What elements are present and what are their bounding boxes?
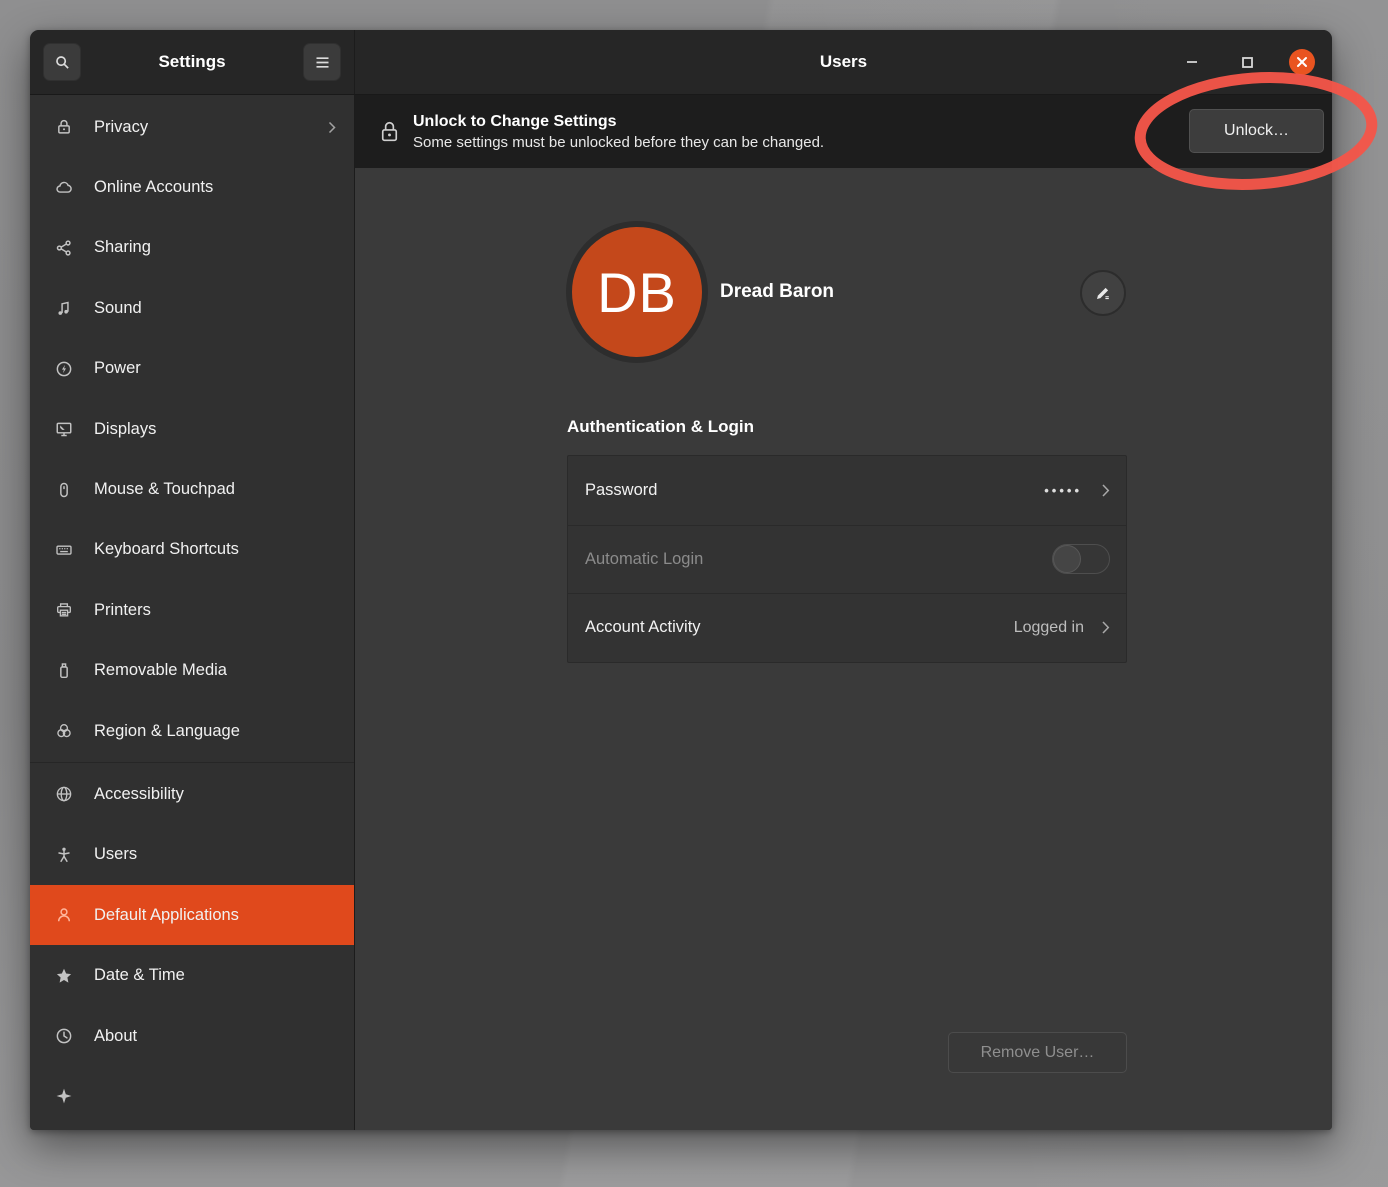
desktop-background: Settings Users [0,0,1388,1187]
sidebar-item-about[interactable] [30,1066,354,1126]
sidebar-item-label: Users [94,845,336,864]
password-label: Password [585,481,1044,500]
toggle-knob [1053,545,1081,573]
titlebar[interactable]: Users [355,30,1332,95]
color-profiles-icon [55,722,73,740]
sidebar-item-removable-media[interactable]: Removable Media [30,641,354,701]
lock-icon [55,118,73,136]
remove-user-button[interactable]: Remove User… [948,1032,1127,1073]
sidebar-item-default-applications[interactable]: Date & Time [30,945,354,1005]
minimize-button[interactable] [1179,49,1205,75]
sidebar-item-label: Online Accounts [94,178,336,197]
app-title: Settings [158,52,225,72]
sidebar-item-label: Removable Media [94,661,336,680]
settings-window: Settings Users [30,30,1332,1130]
user-content: DB Dread Baron Authentication & Login Pa… [355,168,1332,1130]
auth-listbox: Password ••••• Automatic Login Account A… [567,455,1127,663]
sidebar-item-label: Region & Language [94,722,336,741]
sidebar-item-label: Date & Time [94,966,336,985]
automatic-login-label: Automatic Login [585,550,1052,569]
account-activity-label: Account Activity [585,618,1014,637]
automatic-login-toggle[interactable] [1052,544,1110,574]
banner-subtitle: Some settings must be unlocked before th… [413,134,824,151]
sidebar-item-label: Displays [94,420,336,439]
account-activity-row[interactable]: Account Activity Logged in [568,593,1126,662]
sidebar-item-label: Keyboard Shortcuts [94,540,336,559]
sidebar-separator [30,762,354,763]
chevron-right-icon [1101,483,1110,498]
sidebar-nav: Privacy Online Accounts Sharing [30,95,355,1130]
sidebar-item-power[interactable]: Power [30,339,354,399]
maximize-icon [1241,56,1254,69]
sparkle-icon [55,1087,73,1105]
avatar[interactable]: DB [566,221,708,363]
pencil-icon [1093,283,1113,303]
sidebar-item-keyboard-shortcuts[interactable]: Keyboard Shortcuts [30,520,354,580]
sidebar-item-region-language[interactable]: Accessibility [30,764,354,824]
display-icon [55,420,73,438]
mouse-icon [55,481,73,499]
sidebar-item-displays[interactable]: Displays [30,399,354,459]
hamburger-icon [315,56,330,69]
user-full-name: Dread Baron [720,281,834,303]
minimize-icon [1186,60,1198,64]
usb-drive-icon [55,662,73,680]
sidebar-item-sharing[interactable]: Sharing [30,218,354,278]
users-icon [55,906,73,924]
share-icon [55,239,73,257]
search-button[interactable] [43,43,81,81]
sidebar-item-color[interactable]: Region & Language [30,701,354,761]
sidebar-item-online-accounts[interactable]: Online Accounts [30,157,354,217]
star-icon [55,967,73,985]
close-icon [1296,56,1308,68]
clock-icon [55,1027,73,1045]
password-row[interactable]: Password ••••• [568,456,1126,525]
account-activity-value: Logged in [1014,619,1084,637]
sidebar-item-label: Sound [94,299,336,318]
avatar-initials: DB [597,260,677,325]
chevron-right-icon [1101,620,1110,635]
sidebar-item-label: Printers [94,601,336,620]
search-icon [54,54,71,71]
automatic-login-row: Automatic Login [568,525,1126,594]
padlock-icon [379,119,400,145]
sidebar-item-mouse-touchpad[interactable]: Mouse & Touchpad [30,459,354,519]
accessibility-icon [55,846,73,864]
sidebar-item-date-time[interactable]: About [30,1006,354,1066]
keyboard-icon [55,541,73,559]
music-note-icon [55,299,73,317]
chevron-right-icon [328,121,336,134]
password-dots: ••••• [1044,483,1082,498]
cloud-icon [55,179,73,197]
edit-name-button[interactable] [1080,270,1126,316]
sidebar-item-sound[interactable]: Sound [30,278,354,338]
sidebar-item-label: Default Applications [94,906,336,925]
banner-title: Unlock to Change Settings [413,113,824,131]
unlock-banner: Unlock to Change Settings Some settings … [355,95,1332,168]
power-icon [55,360,73,378]
sidebar-header: Settings [30,30,355,95]
close-button[interactable] [1289,49,1315,75]
sidebar-item-label: Power [94,359,336,378]
menu-button[interactable] [303,43,341,81]
sidebar-item-label: About [94,1027,336,1046]
sidebar-item-label: Sharing [94,238,336,257]
sidebar-item-users[interactable]: Default Applications [30,885,354,945]
sidebar-item-printers[interactable]: Printers [30,580,354,640]
unlock-button[interactable]: Unlock… [1189,109,1324,153]
sidebar-item-accessibility[interactable]: Users [30,825,354,885]
sidebar-item-label: Privacy [94,118,307,137]
globe-icon [55,785,73,803]
users-panel: Unlock to Change Settings Some settings … [355,95,1332,1130]
sidebar-item-privacy[interactable]: Privacy [30,97,354,157]
sidebar-item-label: Accessibility [94,785,336,804]
sidebar-item-label: Mouse & Touchpad [94,480,336,499]
auth-section-heading: Authentication & Login [567,417,754,437]
printer-icon [55,601,73,619]
maximize-button[interactable] [1234,49,1260,75]
